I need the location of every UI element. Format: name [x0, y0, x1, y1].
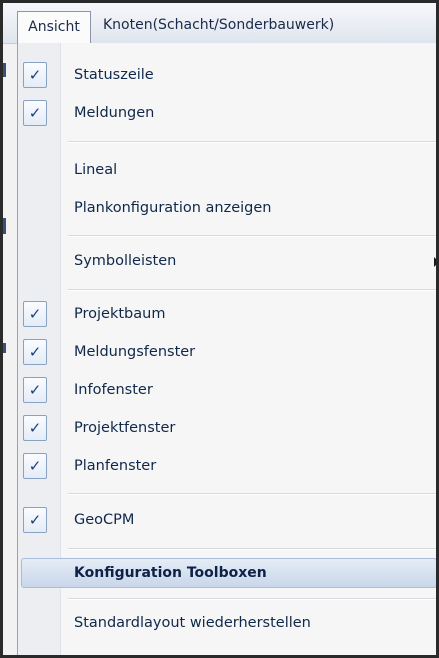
menu-item-projektbaum[interactable]: ✓ Projektbaum	[18, 299, 436, 329]
menu-separator	[68, 548, 436, 550]
menu-bar: Ansicht Knoten(Schacht/Sonderbauwerk)	[3, 3, 436, 44]
check-icon: ✓	[23, 62, 47, 88]
menu-separator	[68, 493, 436, 495]
menu-ansicht[interactable]: Ansicht	[17, 11, 91, 44]
menu-item-label: Planfenster	[74, 458, 157, 474]
check-icon: ✓	[23, 453, 47, 479]
check-icon: ✓	[23, 301, 47, 327]
check-icon: ✓	[23, 377, 47, 403]
menu-item-projektfenster[interactable]: ✓ Projektfenster	[18, 413, 436, 443]
screenshot-frame: Ansicht Knoten(Schacht/Sonderbauwerk) ✓ …	[0, 0, 439, 658]
menu-item-konfiguration-toolboxen[interactable]: Konfiguration Toolboxen	[18, 558, 436, 588]
submenu-arrow-icon	[434, 257, 436, 267]
check-icon: ✓	[23, 507, 47, 533]
menu-separator	[68, 598, 436, 600]
menu-item-statuszeile[interactable]: ✓ Statuszeile	[18, 60, 436, 90]
menu-item-label: Projektfenster	[74, 420, 176, 436]
menu-item-label: Lineal	[74, 162, 118, 178]
check-icon: ✓	[23, 100, 47, 126]
menu-separator	[68, 141, 436, 143]
menu-item-label: Meldungen	[74, 105, 155, 121]
ansicht-dropdown-menu: ✓ Statuszeile ✓ Meldungen Lineal Plankon…	[17, 43, 436, 655]
check-icon: ✓	[23, 339, 47, 365]
menu-item-geocpm[interactable]: ✓ GeoCPM	[18, 505, 436, 535]
menu-item-label: Symbolleisten	[74, 253, 177, 269]
menu-item-lineal[interactable]: Lineal	[18, 155, 436, 185]
menu-item-label: Plankonfiguration anzeigen	[74, 200, 272, 216]
menu-knoten[interactable]: Knoten(Schacht/Sonderbauwerk)	[103, 10, 334, 40]
menu-item-label: Meldungsfenster	[74, 344, 196, 360]
menu-item-label: Standardlayout wiederherstellen	[74, 615, 311, 631]
menu-item-symbolleisten[interactable]: Symbolleisten	[18, 246, 436, 276]
menu-separator	[68, 235, 436, 237]
check-icon: ✓	[23, 415, 47, 441]
background-window-edge	[3, 343, 6, 353]
menu-item-standardlayout[interactable]: Standardlayout wiederherstellen	[18, 608, 436, 638]
menu-item-infofenster[interactable]: ✓ Infofenster	[18, 375, 436, 405]
menu-separator	[68, 289, 436, 291]
menu-item-planfenster[interactable]: ✓ Planfenster	[18, 451, 436, 481]
menu-item-label: Projektbaum	[74, 306, 166, 322]
menu-item-label: Konfiguration Toolboxen	[74, 565, 267, 581]
menu-item-label: GeoCPM	[74, 512, 135, 528]
menu-item-label: Statuszeile	[74, 67, 154, 83]
menu-item-label: Infofenster	[74, 382, 153, 398]
menu-item-meldungen[interactable]: ✓ Meldungen	[18, 98, 436, 128]
menu-item-plankonfiguration[interactable]: Plankonfiguration anzeigen	[18, 193, 436, 223]
background-window-edge	[3, 63, 6, 77]
menu-item-meldungsfenster[interactable]: ✓ Meldungsfenster	[18, 337, 436, 367]
background-window-edge	[3, 218, 6, 234]
